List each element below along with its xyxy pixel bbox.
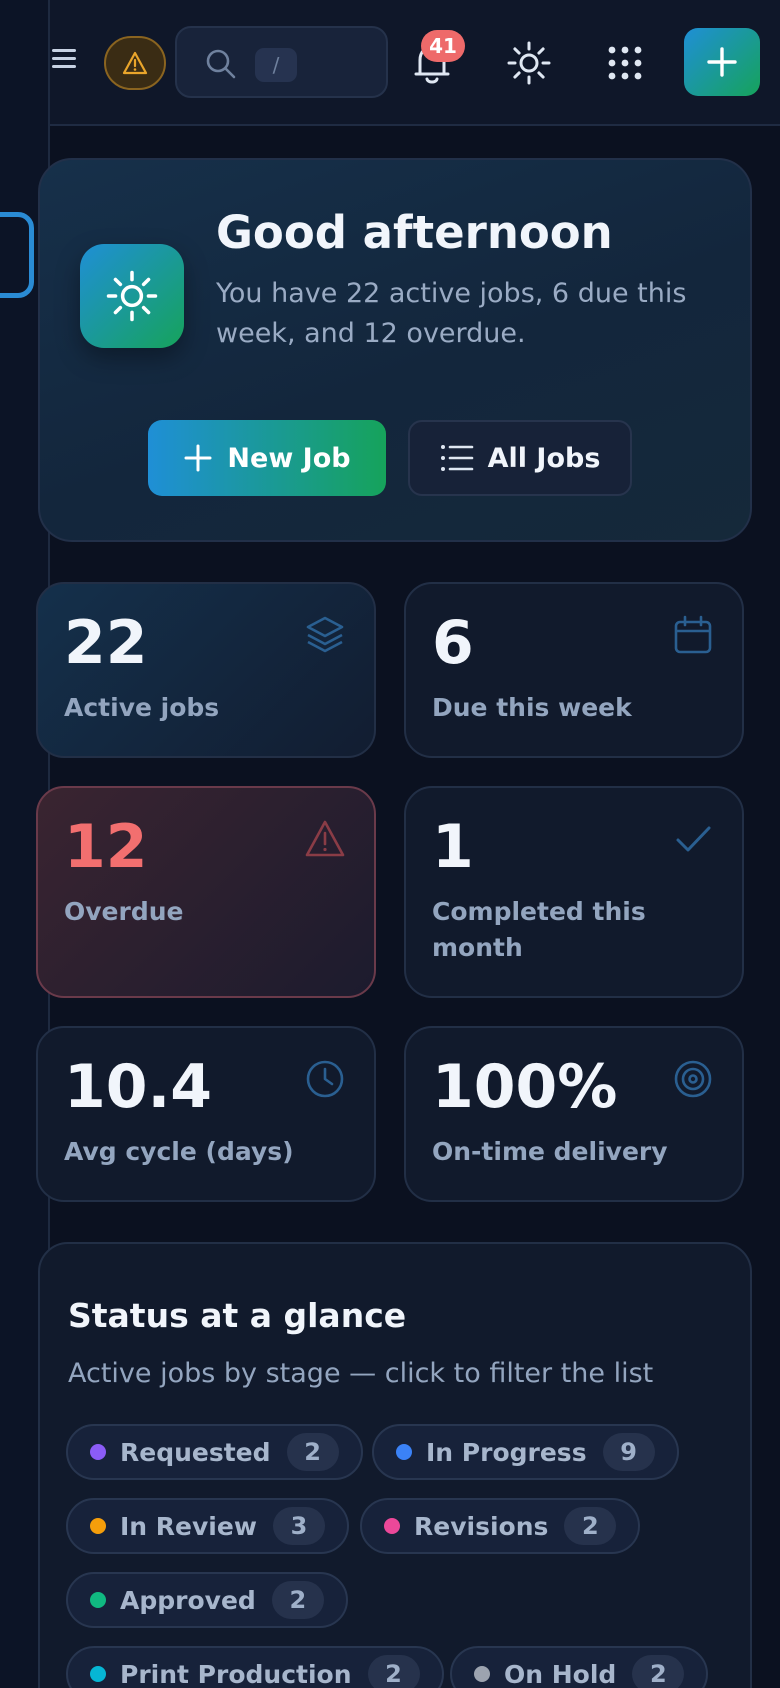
status-count: 2 bbox=[632, 1655, 685, 1688]
new-job-button[interactable]: New Job bbox=[148, 420, 386, 496]
stat-value: 1 bbox=[432, 812, 474, 882]
status-chip-print-production[interactable]: Print Production 2 bbox=[66, 1646, 444, 1688]
status-label: Print Production bbox=[120, 1659, 352, 1688]
status-chip-requested[interactable]: Requested 2 bbox=[66, 1424, 363, 1480]
search-icon bbox=[206, 49, 236, 79]
status-chip-approved[interactable]: Approved 2 bbox=[66, 1572, 348, 1628]
stat-card-completed-this-month[interactable]: 1 Completed this month bbox=[404, 786, 744, 998]
menu-icon[interactable] bbox=[50, 44, 78, 80]
status-chip-in-progress[interactable]: In Progress 9 bbox=[372, 1424, 679, 1480]
status-count: 2 bbox=[271, 1581, 324, 1619]
status-dot bbox=[90, 1666, 106, 1682]
warning-icon bbox=[122, 51, 148, 75]
search-shortcut-hint: / bbox=[255, 48, 297, 82]
stat-label: Due this week bbox=[432, 693, 632, 722]
greeting-title: Good afternoon bbox=[216, 206, 613, 259]
status-chip-in-review[interactable]: In Review 3 bbox=[66, 1498, 349, 1554]
section-subtitle: Active jobs by stage — click to filter t… bbox=[68, 1358, 654, 1389]
status-count: 2 bbox=[367, 1655, 420, 1688]
stat-value: 6 bbox=[432, 608, 474, 678]
clock-icon bbox=[306, 1060, 344, 1098]
status-dot bbox=[90, 1444, 106, 1460]
stat-card-avg-cycle[interactable]: 10.4 Avg cycle (days) bbox=[36, 1026, 376, 1202]
status-count: 2 bbox=[564, 1507, 617, 1545]
apps-grid-icon bbox=[608, 46, 642, 80]
all-jobs-button[interactable]: All Jobs bbox=[408, 420, 632, 496]
status-count: 9 bbox=[602, 1433, 655, 1471]
list-icon bbox=[440, 445, 473, 471]
section-title: Status at a glance bbox=[68, 1296, 407, 1335]
status-chip-on-hold[interactable]: On Hold 2 bbox=[450, 1646, 709, 1688]
stat-card-due-this-week[interactable]: 6 Due this week bbox=[404, 582, 744, 758]
sun-icon bbox=[106, 270, 158, 322]
target-icon bbox=[674, 1060, 712, 1098]
calendar-icon bbox=[674, 615, 712, 654]
top-bar: / 41 bbox=[50, 0, 780, 126]
notification-count-badge: 41 bbox=[421, 30, 465, 62]
stat-card-active-jobs[interactable]: 22 Active jobs bbox=[36, 582, 376, 758]
status-overview-card: Status at a glance Active jobs by stage … bbox=[38, 1242, 752, 1688]
warning-icon bbox=[305, 820, 345, 857]
create-button[interactable] bbox=[684, 28, 760, 96]
status-dot bbox=[90, 1518, 106, 1534]
status-dot bbox=[474, 1666, 490, 1682]
status-label: Requested bbox=[120, 1437, 271, 1467]
theme-toggle-button[interactable] bbox=[506, 40, 552, 86]
greeting-badge bbox=[80, 244, 184, 348]
stat-value: 12 bbox=[64, 812, 148, 882]
stat-label: Overdue bbox=[64, 897, 184, 926]
status-dot bbox=[90, 1592, 106, 1608]
stat-label: On-time delivery bbox=[432, 1137, 668, 1166]
stat-value: 10.4 bbox=[64, 1052, 213, 1122]
status-count: 2 bbox=[286, 1433, 339, 1471]
status-label: Approved bbox=[120, 1585, 256, 1615]
status-count: 3 bbox=[272, 1507, 325, 1545]
check-icon bbox=[676, 826, 711, 852]
stat-card-on-time-delivery[interactable]: 100% On-time delivery bbox=[404, 1026, 744, 1202]
plus-icon bbox=[707, 47, 737, 77]
apps-grid-button[interactable] bbox=[606, 44, 644, 82]
new-job-label: New Job bbox=[227, 442, 351, 474]
status-label: In Progress bbox=[426, 1437, 587, 1467]
status-label: On Hold bbox=[504, 1659, 617, 1688]
stat-value: 22 bbox=[64, 608, 148, 678]
app-page: / 41 Good afternoon You have 22 active j… bbox=[0, 0, 780, 1688]
status-dot bbox=[384, 1518, 400, 1534]
sun-icon bbox=[507, 41, 551, 85]
status-label: Revisions bbox=[414, 1511, 549, 1541]
alert-button[interactable] bbox=[104, 36, 166, 90]
stat-label: Avg cycle (days) bbox=[64, 1137, 294, 1166]
status-chip-revisions[interactable]: Revisions 2 bbox=[360, 1498, 641, 1554]
search-input[interactable]: / bbox=[175, 26, 388, 98]
stat-card-overdue[interactable]: 12 Overdue bbox=[36, 786, 376, 998]
status-label: In Review bbox=[120, 1511, 257, 1541]
status-dot bbox=[396, 1444, 412, 1460]
greeting-card: Good afternoon You have 22 active jobs, … bbox=[38, 158, 752, 542]
stat-label: Completed this month bbox=[432, 897, 646, 962]
sidebar-active-item[interactable] bbox=[0, 212, 34, 298]
all-jobs-label: All Jobs bbox=[487, 442, 601, 474]
stat-value: 100% bbox=[432, 1052, 618, 1122]
plus-icon bbox=[184, 444, 212, 472]
layers-icon bbox=[306, 616, 344, 653]
greeting-summary: You have 22 active jobs, 6 due this week… bbox=[216, 278, 687, 349]
stat-label: Active jobs bbox=[64, 693, 220, 722]
